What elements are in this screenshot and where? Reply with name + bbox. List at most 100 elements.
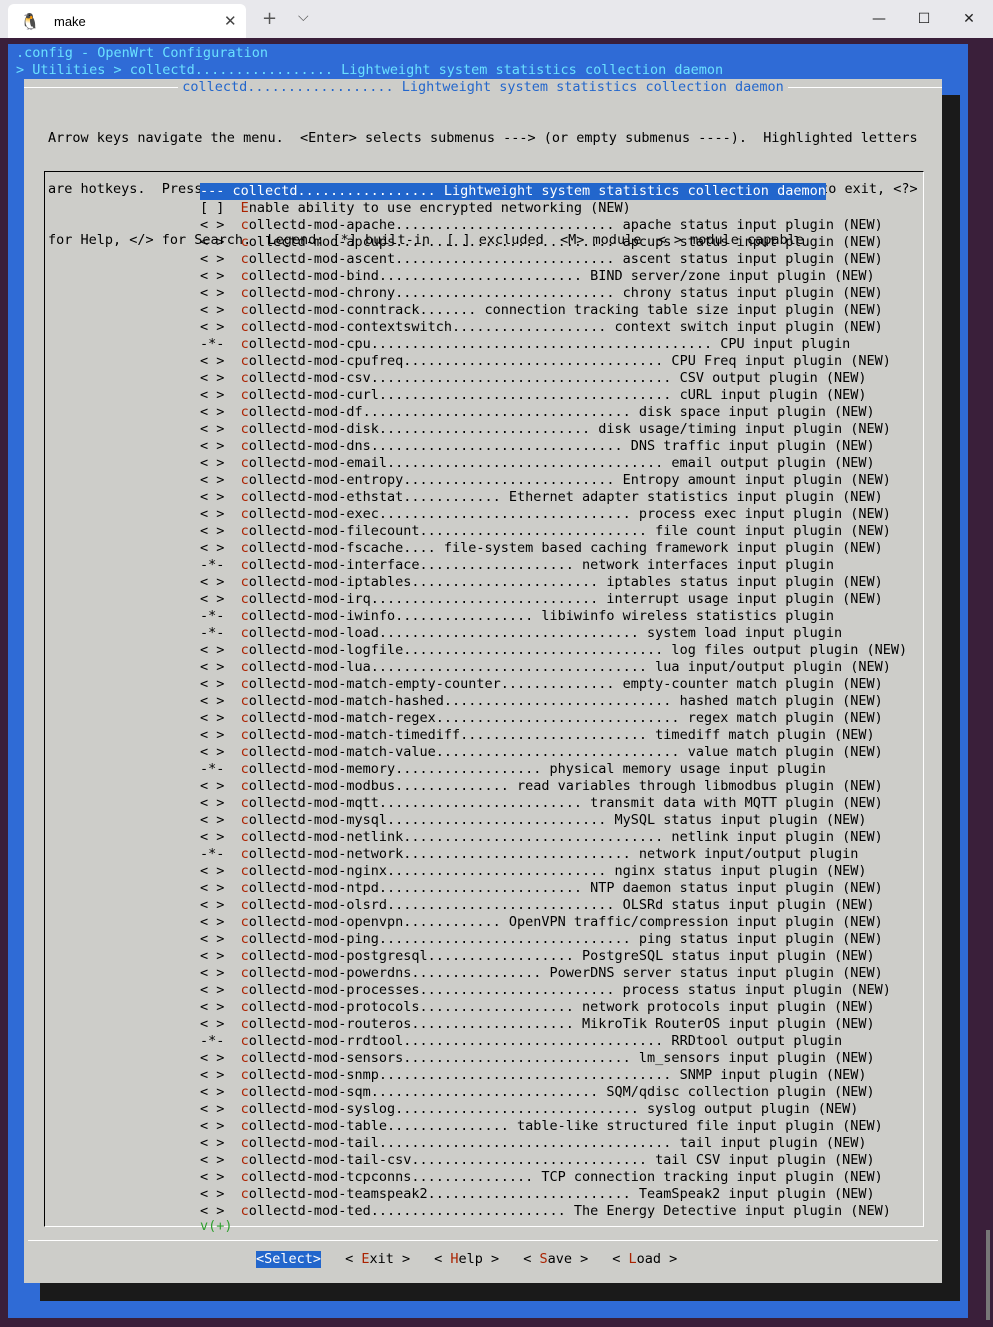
option-marker[interactable]: < > [200, 404, 224, 420]
menu-item[interactable]: < > collectd-mod-olsrd..................… [200, 897, 907, 914]
option-marker[interactable]: < > [200, 659, 224, 675]
option-marker[interactable]: < > [200, 863, 224, 879]
option-marker[interactable]: < > [200, 353, 224, 369]
menu-item[interactable]: < > collectd-mod-email..................… [200, 455, 907, 472]
close-tab-icon[interactable]: ✕ [224, 12, 237, 30]
option-marker[interactable]: < > [200, 302, 224, 318]
dialog-button[interactable]: <Select> [256, 1251, 322, 1268]
option-marker[interactable]: < > [200, 523, 224, 539]
menu-item[interactable]: [ ] Enable ability to use encrypted netw… [200, 200, 907, 217]
menu-item[interactable]: < > collectd-mod-contextswitch..........… [200, 319, 907, 336]
menu-item[interactable]: < > collectd-mod-tail-csv...............… [200, 1152, 907, 1169]
menu-item[interactable]: < > collectd-mod-protocols..............… [200, 999, 907, 1016]
menu-item[interactable]: < > collectd-mod-entropy................… [200, 472, 907, 489]
option-marker[interactable]: < > [200, 1186, 224, 1202]
option-marker[interactable]: -*- [200, 336, 224, 352]
menu-item[interactable]: < > collectd-mod-df.....................… [200, 404, 907, 421]
menu-item[interactable]: < > collectd-mod-dns....................… [200, 438, 907, 455]
menu-item[interactable]: < > collectd-mod-routeros...............… [200, 1016, 907, 1033]
menu-item[interactable]: < > collectd-mod-exec...................… [200, 506, 907, 523]
option-marker[interactable]: < > [200, 931, 224, 947]
menu-item[interactable]: < > collectd-mod-nginx..................… [200, 863, 907, 880]
new-tab-button[interactable]: + [262, 8, 277, 29]
maximize-button[interactable]: ☐ [901, 6, 947, 32]
option-marker[interactable]: < > [200, 285, 224, 301]
menu-item[interactable]: < > collectd-mod-match-timediff.........… [200, 727, 907, 744]
chevron-down-icon[interactable]: ⌵ [298, 9, 309, 25]
menu-item[interactable]: < > collectd-mod-ntpd...................… [200, 880, 907, 897]
menu-item[interactable]: < > collectd-mod-match-value............… [200, 744, 907, 761]
option-marker[interactable]: -*- [200, 608, 224, 624]
menu-item[interactable]: < > collectd-mod-teamspeak2.............… [200, 1186, 907, 1203]
menu-item[interactable]: -*- collectd-mod-memory.................… [200, 761, 907, 778]
scrollbar[interactable] [986, 1230, 990, 1320]
menu-item[interactable]: < > collectd-mod-table............... ta… [200, 1118, 907, 1135]
menu-item[interactable]: < > collectd-mod-lua....................… [200, 659, 907, 676]
option-marker[interactable]: < > [200, 880, 224, 896]
dialog-button[interactable]: < Exit > [345, 1251, 410, 1268]
option-marker[interactable]: < > [200, 744, 224, 760]
option-marker[interactable]: < > [200, 472, 224, 488]
option-marker[interactable]: -*- [200, 1033, 224, 1049]
option-marker[interactable]: < > [200, 217, 224, 233]
option-marker[interactable]: < > [200, 829, 224, 845]
option-marker[interactable]: < > [200, 1067, 224, 1083]
menu-item[interactable]: < > collectd-mod-sqm....................… [200, 1084, 907, 1101]
menu-item[interactable]: < > collectd-mod-snmp...................… [200, 1067, 907, 1084]
option-marker[interactable]: < > [200, 795, 224, 811]
menu-item[interactable]: < > collectd-mod-openvpn............ Ope… [200, 914, 907, 931]
option-marker[interactable]: -*- [200, 557, 224, 573]
option-marker[interactable]: < > [200, 421, 224, 437]
option-marker[interactable]: < > [200, 642, 224, 658]
option-marker[interactable]: < > [200, 778, 224, 794]
option-marker[interactable]: -*- [200, 625, 224, 641]
menu-item[interactable]: < > collectd-mod-fscache.... file-system… [200, 540, 907, 557]
option-marker[interactable]: < > [200, 574, 224, 590]
option-marker[interactable]: < > [200, 727, 224, 743]
option-marker[interactable]: < > [200, 1084, 224, 1100]
option-marker[interactable]: < > [200, 965, 224, 981]
menu-item[interactable]: < > collectd-mod-processes..............… [200, 982, 907, 999]
option-marker[interactable]: < > [200, 1016, 224, 1032]
menu-item[interactable]: < > collectd-mod-match-empty-counter....… [200, 676, 907, 693]
menu-item[interactable]: < > collectd-mod-logfile................… [200, 642, 907, 659]
option-marker[interactable]: -*- [200, 846, 224, 862]
option-marker[interactable]: < > [200, 914, 224, 930]
menu-item[interactable]: < > collectd-mod-tail...................… [200, 1135, 907, 1152]
menu-item[interactable]: < > collectd-mod-tcpconns...............… [200, 1169, 907, 1186]
menu-item[interactable]: -*- collectd-mod-load...................… [200, 625, 907, 642]
dialog-button[interactable]: < Load > [612, 1251, 677, 1268]
terminal-tab[interactable]: 🐧 make ✕ [8, 4, 246, 38]
menu-item[interactable]: < > collectd-mod-sensors................… [200, 1050, 907, 1067]
option-marker[interactable]: < > [200, 591, 224, 607]
menu-item[interactable]: < > collectd-mod-iptables...............… [200, 574, 907, 591]
menu-item[interactable]: < > collectd-mod-syslog.................… [200, 1101, 907, 1118]
option-marker[interactable]: < > [200, 710, 224, 726]
option-marker[interactable]: < > [200, 540, 224, 556]
selected-menu-item[interactable]: --- collectd................. Lightweigh… [200, 183, 826, 200]
menu-item[interactable]: < > collectd-mod-postgresql.............… [200, 948, 907, 965]
option-marker[interactable]: < > [200, 455, 224, 471]
dialog-button[interactable]: < Save > [523, 1251, 588, 1268]
option-marker[interactable]: < > [200, 982, 224, 998]
option-marker[interactable]: < > [200, 1118, 224, 1134]
menu-item[interactable]: -*- collectd-mod-interface..............… [200, 557, 907, 574]
option-marker[interactable]: < > [200, 1101, 224, 1117]
option-marker[interactable]: < > [200, 897, 224, 913]
option-marker[interactable]: < > [200, 1135, 224, 1151]
menu-item[interactable]: < > collectd-mod-match-hashed...........… [200, 693, 907, 710]
menu-item[interactable]: < > collectd-mod-filecount..............… [200, 523, 907, 540]
option-marker[interactable]: < > [200, 387, 224, 403]
menu-item[interactable]: < > collectd-mod-powerdns...............… [200, 965, 907, 982]
option-marker[interactable]: < > [200, 1152, 224, 1168]
option-marker[interactable]: [ ] [200, 200, 224, 216]
option-marker[interactable]: < > [200, 319, 224, 335]
menu-item[interactable]: < > collectd-mod-conntrack....... connec… [200, 302, 907, 319]
menu-item[interactable]: < > collectd-mod-netlink................… [200, 829, 907, 846]
option-marker[interactable]: < > [200, 693, 224, 709]
option-marker[interactable]: < > [200, 948, 224, 964]
option-marker[interactable]: < > [200, 1203, 224, 1219]
menu-item[interactable]: < > collectd-mod-curl...................… [200, 387, 907, 404]
menu-item[interactable]: -*- collectd-mod-iwinfo.................… [200, 608, 907, 625]
menu-item[interactable]: < > collectd-mod-ted....................… [200, 1203, 907, 1220]
